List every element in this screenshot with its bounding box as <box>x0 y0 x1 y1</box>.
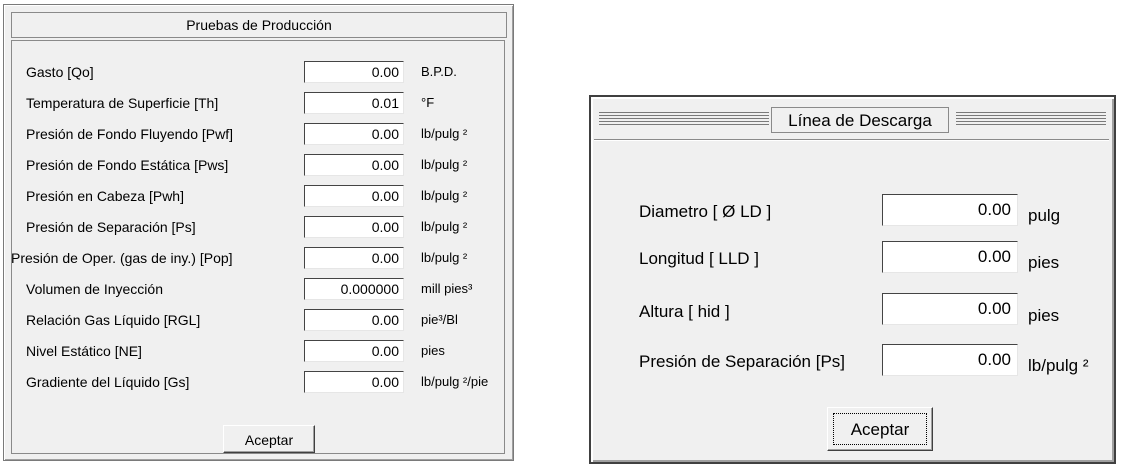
presion-separacion-input[interactable]: 0.00 <box>882 344 1018 376</box>
longitud-input[interactable]: 0.00 <box>882 241 1018 273</box>
altura-input[interactable]: 0.00 <box>882 293 1018 325</box>
field-label: Presión de Separación [Ps] <box>639 352 846 371</box>
field-label: Gasto [Qo] <box>26 64 94 80</box>
field-label: Presión de Fondo Estática [Pws] <box>26 157 229 173</box>
field-label: Presión de Separación [Ps] <box>26 219 196 235</box>
ne-input[interactable]: 0.00 <box>304 340 404 362</box>
ps-input[interactable]: 0.00 <box>304 216 404 238</box>
field-label: Nivel Estático [NE] <box>26 343 142 359</box>
field-label: Temperatura de Superficie [Th] <box>26 95 219 111</box>
field-unit: pies <box>421 343 445 358</box>
pwh-input[interactable]: 0.00 <box>304 185 404 207</box>
field-unit: lb/pulg ²/pie <box>421 374 489 389</box>
field-unit: pies <box>1028 306 1060 325</box>
fields-group: Gasto [Qo] 0.00 B.P.D. Temperatura de Su… <box>11 40 505 454</box>
field-label: Altura [ hid ] <box>639 302 730 321</box>
volumen-input[interactable]: 0.000000 <box>304 278 404 300</box>
pop-input[interactable]: 0.00 <box>304 247 404 269</box>
field-unit: lb/pulg ² <box>421 157 468 172</box>
field-unit: pulg <box>1028 206 1061 225</box>
field-label: Presión en Cabeza [Pwh] <box>26 188 184 204</box>
field-unit: °F <box>421 95 435 110</box>
temperatura-input[interactable]: 0.01 <box>304 92 404 114</box>
panel-title: Pruebas de Producción <box>11 12 507 38</box>
aceptar-button[interactable]: Aceptar <box>827 407 933 451</box>
field-label: Diametro [ Ø LD ] <box>639 202 772 221</box>
pwf-input[interactable]: 0.00 <box>304 123 404 145</box>
field-unit: pies <box>1028 253 1060 272</box>
field-unit: mill pies³ <box>421 281 473 296</box>
diametro-input[interactable]: 0.00 <box>882 194 1018 226</box>
linea-descarga-panel: Línea de Descarga Diametro [ Ø LD ] 0.00… <box>589 95 1116 464</box>
field-unit: lb/pulg ² <box>421 250 468 265</box>
field-label: Longitud [ LLD ] <box>639 249 760 268</box>
rgl-input[interactable]: 0.00 <box>304 309 404 331</box>
field-unit: lb/pulg ² <box>421 126 468 141</box>
field-unit: B.P.D. <box>421 64 457 79</box>
button-label: Aceptar <box>850 420 910 439</box>
gs-input[interactable]: 0.00 <box>304 371 404 393</box>
field-unit: lb/pulg ² <box>421 188 468 203</box>
aceptar-button[interactable]: Aceptar <box>223 425 315 453</box>
field-label: Volumen de Inyección <box>26 281 163 297</box>
field-label: Gradiente del Líquido [Gs] <box>26 374 190 390</box>
pws-input[interactable]: 0.00 <box>304 154 404 176</box>
field-unit: pie³/Bl <box>421 312 458 327</box>
gasto-input[interactable]: 0.00 <box>304 61 404 83</box>
divider <box>594 139 1109 141</box>
field-unit: lb/pulg ² <box>1028 356 1089 375</box>
field-label: Relación Gas Líquido [RGL] <box>26 312 201 328</box>
field-label: Presión de Fondo Fluyendo [Pwf] <box>26 126 234 142</box>
title-bar: Línea de Descarga <box>599 105 1106 135</box>
field-label: Presión de Oper. (gas de iny.) [Pop] <box>11 250 233 266</box>
panel-title: Línea de Descarga <box>771 107 949 133</box>
title-stripes-left <box>599 112 769 127</box>
title-stripes-right <box>956 112 1106 127</box>
pruebas-produccion-panel: Pruebas de Producción Gasto [Qo] 0.00 B.… <box>3 4 514 461</box>
field-unit: lb/pulg ² <box>421 219 468 234</box>
